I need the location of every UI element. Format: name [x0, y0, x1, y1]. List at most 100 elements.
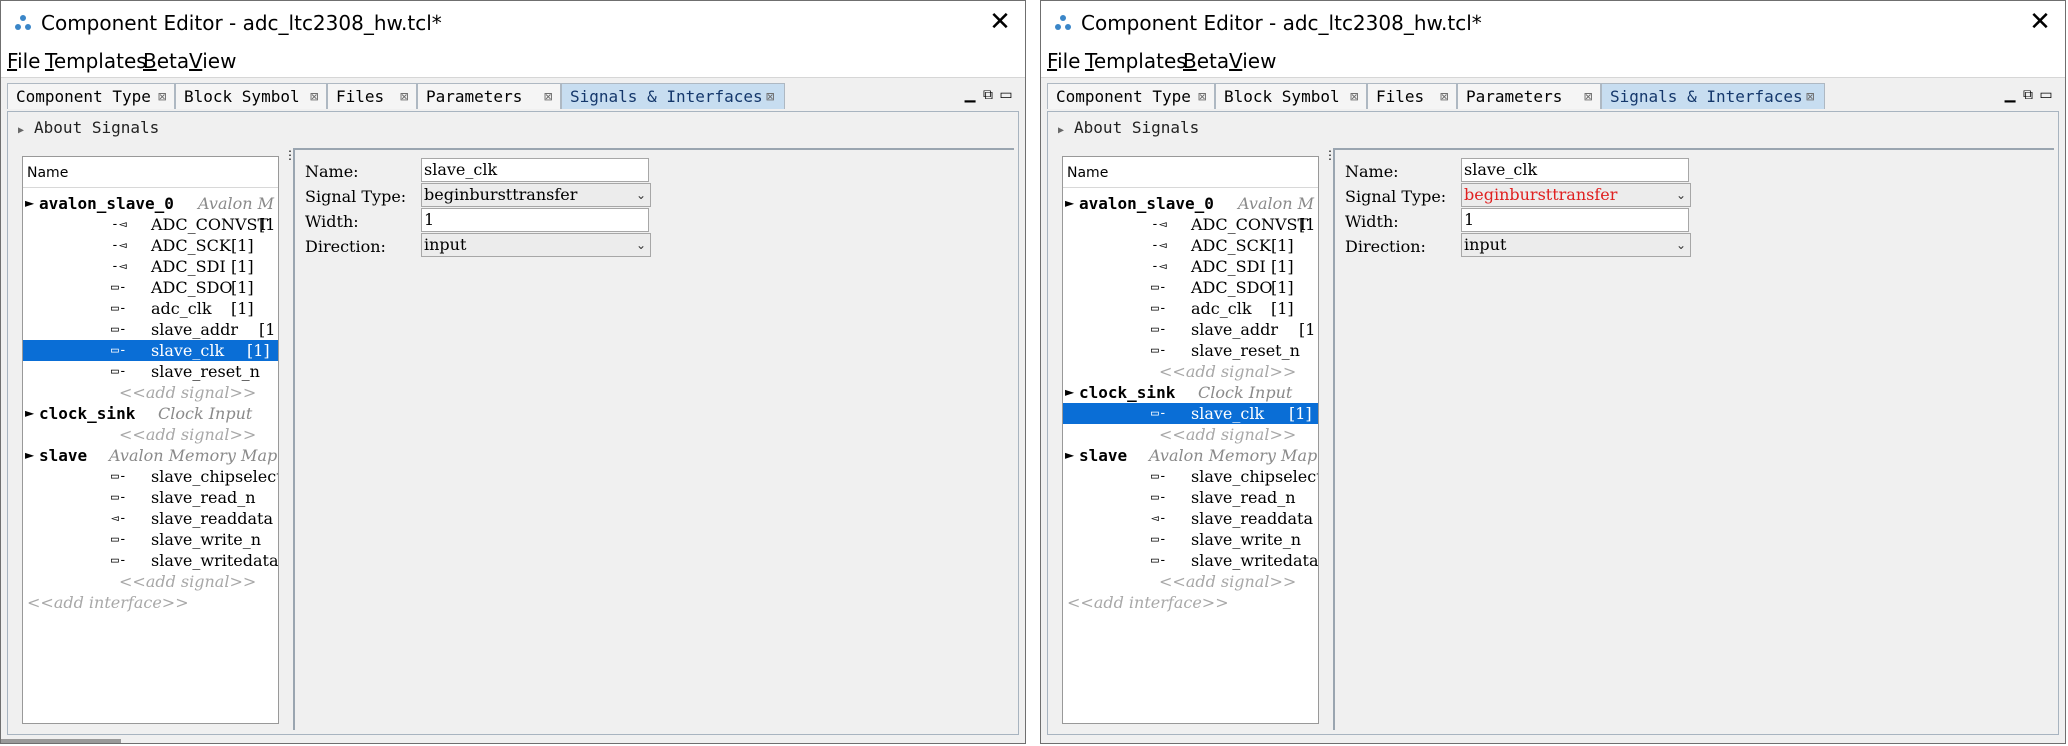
menu-beta[interactable]: Beta [143, 49, 189, 73]
signal-row[interactable]: ◅- slave_readdata [1063, 508, 1318, 529]
minimize-icon[interactable]: ▁ [961, 87, 979, 103]
signal-row[interactable]: ▭- slave_write_n [1063, 529, 1318, 550]
interface-row[interactable]: ► clock_sink Clock Input [1063, 382, 1318, 403]
menu-templates[interactable]: Templates [1085, 49, 1187, 73]
minimize-icon[interactable]: ▁ [2001, 87, 2019, 103]
signal-row[interactable]: ▭- ADC_SDO [1] [1063, 277, 1318, 298]
tab-close-icon[interactable]: ⊠ [1350, 84, 1358, 110]
signal-row[interactable]: ▭- slave_chipselect [23, 466, 278, 487]
width-field[interactable]: 1 [421, 208, 649, 232]
tab-close-icon[interactable]: ⊠ [1198, 84, 1206, 110]
interface-row[interactable]: ► slave Avalon Memory Map [1063, 445, 1318, 466]
signal-row[interactable]: -◅ ADC_SCK [1] [23, 235, 278, 256]
signal-row[interactable]: ▭- ADC_SDO [1] [23, 277, 278, 298]
direction-select[interactable]: input ⌄ [1461, 233, 1691, 257]
tab-close-icon[interactable]: ⊠ [1440, 84, 1448, 110]
tab-close-icon[interactable]: ⊠ [1806, 84, 1814, 110]
tab-component-type[interactable]: Component Type ⊠ [1047, 83, 1215, 109]
signal-row[interactable]: ◅- slave_readdata [23, 508, 278, 529]
menu-view[interactable]: View [189, 49, 236, 73]
signal-row[interactable]: -◅ ADC_SDI [1] [23, 256, 278, 277]
name-field[interactable]: slave_clk [421, 158, 649, 182]
close-icon[interactable]: ✕ [987, 9, 1013, 35]
signal-row[interactable]: -◅ ADC_SDI [1] [1063, 256, 1318, 277]
menu-file[interactable]: File [7, 49, 40, 73]
add-signal-row[interactable]: <<add signal>> [1063, 424, 1318, 445]
tab-parameters[interactable]: Parameters ⊠ [1457, 83, 1601, 109]
tab-files[interactable]: Files ⊠ [1367, 83, 1457, 109]
tab-component-type[interactable]: Component Type ⊠ [7, 83, 175, 109]
signal-input-icon: ▭- [1151, 322, 1167, 337]
signal-type-select[interactable]: beginbursttransfer ⌄ [1461, 183, 1691, 207]
signal-row[interactable]: ▭- slave_writedata [23, 550, 278, 571]
signal-row[interactable]: ▭- slave_addr [1 [1063, 319, 1318, 340]
signal-row[interactable]: -◅ ADC_SCK [1] [1063, 235, 1318, 256]
signal-row[interactable]: ▭- slave_read_n [23, 487, 278, 508]
menu-templates[interactable]: Templates [45, 49, 147, 73]
tree-header-name: Name [1067, 165, 1109, 181]
tab-close-icon[interactable]: ⊠ [766, 84, 774, 110]
width-field[interactable]: 1 [1461, 208, 1689, 232]
signal-type-label: Signal Type: [305, 187, 407, 206]
add-signal-row[interactable]: <<add signal>> [23, 424, 278, 445]
signal-row[interactable]: ▭- adc_clk [1] [23, 298, 278, 319]
title-bar: Component Editor - adc_ltc2308_hw.tcl* ✕ [1, 1, 1025, 47]
interface-row[interactable]: ► avalon_slave_0 Avalon M [23, 193, 278, 214]
chevron-down-icon: ⌄ [635, 238, 646, 252]
name-field[interactable]: slave_clk [1461, 158, 1689, 182]
tab-close-icon[interactable]: ⊠ [1584, 84, 1592, 110]
signal-row[interactable]: -◅ ADC_CONVST [1 [23, 214, 278, 235]
divider [23, 187, 278, 188]
tab-signals-interfaces[interactable]: Signals & Interfaces ⊠ [561, 83, 785, 109]
signal-row-selected[interactable]: ▭- slave_clk [1] [1063, 403, 1318, 424]
add-interface-row[interactable]: <<add interface>> [1063, 592, 1318, 613]
interface-arrow-icon: ► [1065, 196, 1075, 210]
close-icon[interactable]: ✕ [2027, 9, 2053, 35]
tab-close-icon[interactable]: ⊠ [158, 84, 166, 110]
restore-icon[interactable]: ⧉ [2019, 87, 2037, 103]
signal-row[interactable]: -◅ ADC_CONVST [1 [1063, 214, 1318, 235]
signal-row[interactable]: ▭- slave_write_n [23, 529, 278, 550]
tab-close-icon[interactable]: ⊠ [544, 84, 552, 110]
add-signal-row[interactable]: <<add signal>> [1063, 361, 1318, 382]
signal-row[interactable]: ▭- slave_chipselect [1063, 466, 1318, 487]
signal-type-select[interactable]: beginbursttransfer ⌄ [421, 183, 651, 207]
signal-row[interactable]: ▭- slave_reset_n [23, 361, 278, 382]
maximize-icon[interactable]: ▭ [997, 87, 1015, 103]
interface-row[interactable]: ► clock_sink Clock Input [23, 403, 278, 424]
tab-files[interactable]: Files ⊠ [327, 83, 417, 109]
app-icon [1055, 15, 1071, 30]
signal-input-icon: ▭- [111, 322, 127, 337]
direction-select[interactable]: input ⌄ [421, 233, 651, 257]
divider [1063, 187, 1318, 188]
about-signals[interactable]: ▶ About Signals [1058, 118, 1199, 137]
signal-row-selected[interactable]: ▭- slave_clk [1] [23, 340, 278, 361]
tab-block-symbol[interactable]: Block Symbol ⊠ [175, 83, 327, 109]
app-icon [15, 15, 31, 30]
signal-row[interactable]: ▭- slave_addr [1 [23, 319, 278, 340]
menu-beta[interactable]: Beta [1183, 49, 1229, 73]
signal-row[interactable]: ▭- slave_writedata [1063, 550, 1318, 571]
add-signal-row[interactable]: <<add signal>> [23, 382, 278, 403]
add-signal-row[interactable]: <<add signal>> [1063, 571, 1318, 592]
signal-row[interactable]: ▭- slave_reset_n [1063, 340, 1318, 361]
tab-block-symbol[interactable]: Block Symbol ⊠ [1215, 83, 1367, 109]
about-signals[interactable]: ▶ About Signals [18, 118, 159, 137]
maximize-icon[interactable]: ▭ [2037, 87, 2055, 103]
tab-close-icon[interactable]: ⊠ [400, 84, 408, 110]
signal-input-icon: ▭- [1151, 280, 1167, 295]
menu-file[interactable]: File [1047, 49, 1080, 73]
signal-input-icon: ▭- [1151, 490, 1167, 505]
signal-row[interactable]: ▭- adc_clk [1] [1063, 298, 1318, 319]
interface-tree: Name ► avalon_slave_0 Avalon M -◅ ADC_CON… [22, 156, 279, 724]
interface-row[interactable]: ► avalon_slave_0 Avalon M [1063, 193, 1318, 214]
add-signal-row[interactable]: <<add signal>> [23, 571, 278, 592]
tab-signals-interfaces[interactable]: Signals & Interfaces ⊠ [1601, 83, 1825, 109]
tab-parameters[interactable]: Parameters ⊠ [417, 83, 561, 109]
tab-close-icon[interactable]: ⊠ [310, 84, 318, 110]
add-interface-row[interactable]: <<add interface>> [23, 592, 278, 613]
restore-icon[interactable]: ⧉ [979, 87, 997, 103]
interface-row[interactable]: ► slave Avalon Memory Map [23, 445, 278, 466]
signal-row[interactable]: ▭- slave_read_n [1063, 487, 1318, 508]
menu-view[interactable]: View [1229, 49, 1276, 73]
